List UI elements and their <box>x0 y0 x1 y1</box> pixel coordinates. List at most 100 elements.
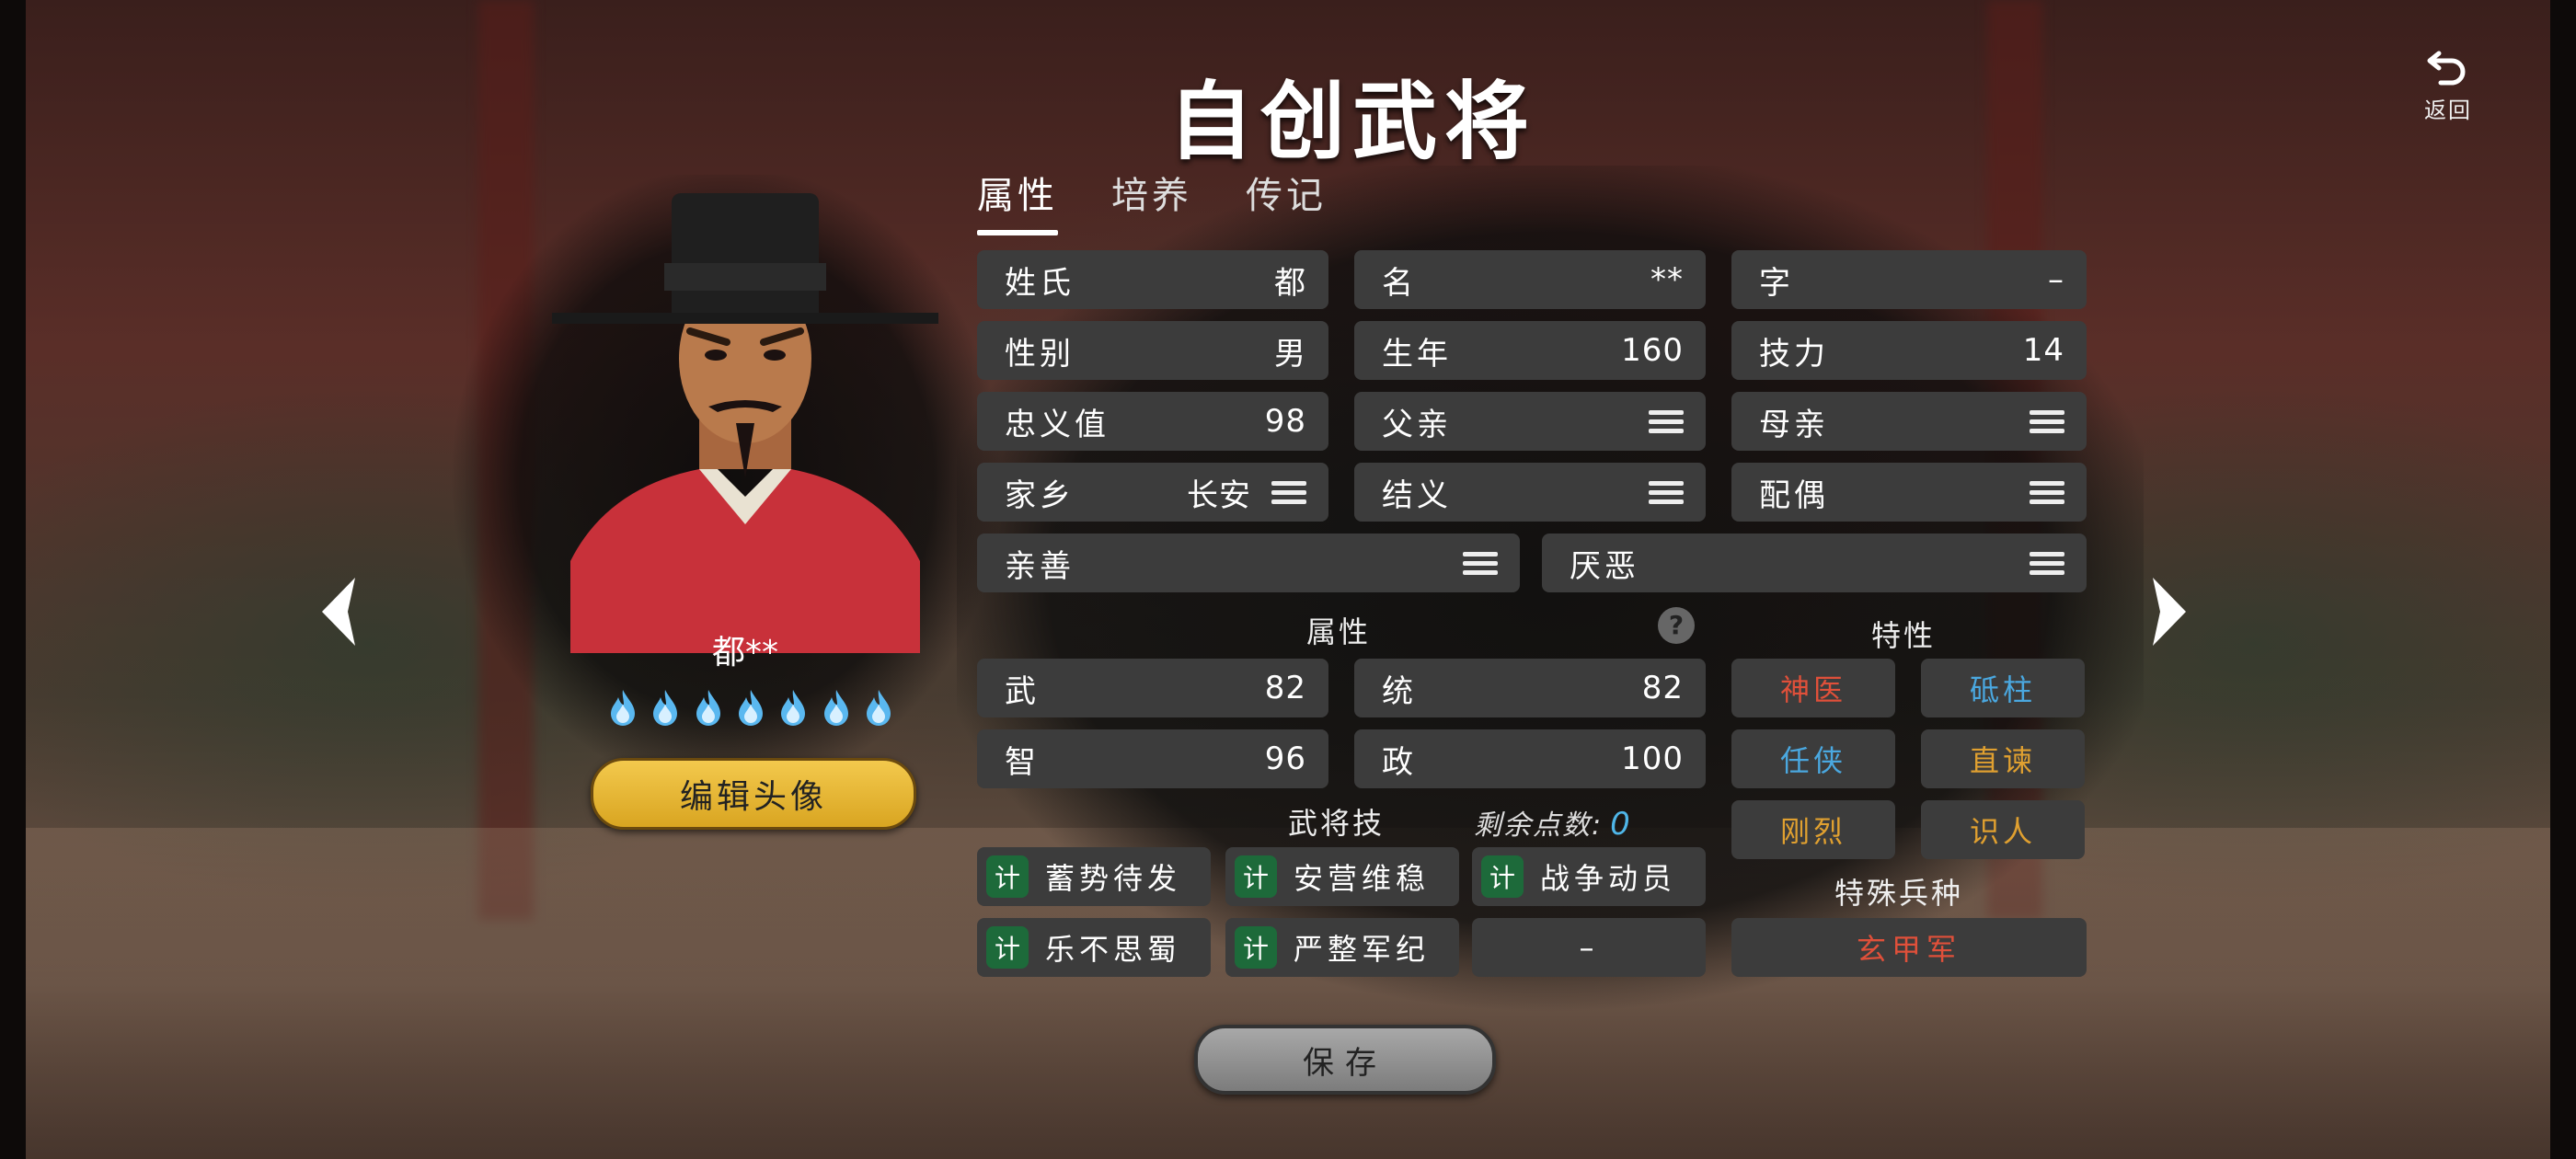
page-title: 自创武将 <box>1167 72 1536 171</box>
hero-portrait <box>552 193 938 653</box>
skill-slot[interactable]: 计 安营维稳 <box>1225 847 1459 906</box>
trait-chip[interactable]: 神医 <box>1731 659 1895 717</box>
trait-chip[interactable]: 识人 <box>1921 800 2085 859</box>
trait-chip[interactable]: 刚烈 <box>1731 800 1895 859</box>
special-troop-heading: 特殊兵种 <box>1834 876 1964 911</box>
strategy-badge: 计 <box>1481 855 1524 898</box>
trait-chip[interactable]: 砥柱 <box>1921 659 2085 717</box>
spouse-field[interactable]: 配偶 <box>1731 463 2087 522</box>
father-label: 父亲 <box>1382 406 1452 443</box>
remaining-points-value: 0 <box>1610 806 1632 843</box>
stat-label: 智 <box>1005 743 1040 781</box>
sworn-sibling-field[interactable]: 结义 <box>1354 463 1706 522</box>
loyalty-field[interactable]: 忠义值 98 <box>977 392 1328 451</box>
father-field[interactable]: 父亲 <box>1354 392 1706 451</box>
loyalty-label: 忠义值 <box>1005 406 1110 443</box>
given-name-field[interactable]: 名 ** <box>1354 250 1706 309</box>
tab-attributes[interactable]: 属性 <box>977 166 1058 235</box>
screen-edge-right <box>2550 0 2576 1159</box>
gender-field[interactable]: 性别 男 <box>977 321 1328 380</box>
flame-star-icon <box>696 690 720 726</box>
hometown-label: 家乡 <box>1005 476 1075 514</box>
given-name-value: ** <box>1650 261 1684 298</box>
skill-power-field[interactable]: 技力 14 <box>1731 321 2087 380</box>
birth-year-field[interactable]: 生年 160 <box>1354 321 1706 380</box>
politics-stat: 政 100 <box>1354 729 1706 788</box>
remaining-points-label: 剩余点数: <box>1474 809 1604 842</box>
previous-arrow-icon[interactable] <box>311 570 366 653</box>
skill-power-value: 14 <box>2022 332 2064 369</box>
command-stat: 统 82 <box>1354 659 1706 717</box>
like-field[interactable]: 亲善 <box>977 534 1520 592</box>
stat-label: 武 <box>1005 672 1040 710</box>
star-rating <box>607 688 894 729</box>
hometown-value: 长安 <box>1187 476 1251 514</box>
skill-name: 蓄势待发 <box>1045 861 1182 896</box>
stat-value: 100 <box>1621 740 1684 777</box>
menu-icon[interactable] <box>2030 478 2064 506</box>
save-button[interactable]: 保存 <box>1194 1025 1496 1095</box>
surname-value: 都 <box>1274 264 1306 302</box>
flame-star-icon <box>738 690 763 726</box>
next-arrow-icon[interactable] <box>2142 570 2197 653</box>
skill-name: 安营维稳 <box>1294 861 1431 896</box>
skill-slot[interactable]: 计 严整军纪 <box>1225 918 1459 977</box>
stat-label: 统 <box>1382 672 1417 710</box>
menu-icon[interactable] <box>2030 407 2064 435</box>
gender-label: 性别 <box>1005 335 1075 373</box>
dislike-field[interactable]: 厌恶 <box>1542 534 2087 592</box>
menu-icon[interactable] <box>2030 549 2064 577</box>
menu-icon[interactable] <box>1649 478 1684 506</box>
surname-field[interactable]: 姓氏 都 <box>977 250 1328 309</box>
flame-star-icon <box>866 690 891 726</box>
stat-value: 82 <box>1264 670 1306 706</box>
courtesy-name-label: 字 <box>1759 264 1794 302</box>
skill-slot[interactable]: 计 战争动员 <box>1472 847 1706 906</box>
screen-edge-left <box>0 0 26 1159</box>
birth-year-value: 160 <box>1621 332 1684 369</box>
help-icon[interactable]: ? <box>1658 607 1695 644</box>
courtesy-name-value: – <box>2048 261 2064 298</box>
trait-chip[interactable]: 任侠 <box>1731 729 1895 788</box>
strategy-badge: 计 <box>986 926 1029 969</box>
sworn-sibling-label: 结义 <box>1382 476 1452 514</box>
menu-icon[interactable] <box>1463 549 1498 577</box>
flame-star-icon <box>823 690 848 726</box>
mother-field[interactable]: 母亲 <box>1731 392 2087 451</box>
spouse-label: 配偶 <box>1759 476 1829 514</box>
skills-heading: 武将技 <box>1288 806 1386 841</box>
courtesy-name-field[interactable]: 字 – <box>1731 250 2087 309</box>
stat-value: 96 <box>1264 740 1306 777</box>
skill-name: 乐不思蜀 <box>1045 932 1182 967</box>
dislike-label: 厌恶 <box>1570 547 1639 585</box>
gender-value: 男 <box>1274 335 1306 373</box>
intelligence-stat: 智 96 <box>977 729 1328 788</box>
tab-biography[interactable]: 传记 <box>1246 166 1327 230</box>
flame-star-icon <box>781 690 806 726</box>
skill-slot[interactable]: 计 蓄势待发 <box>977 847 1211 906</box>
trait-chip[interactable]: 直谏 <box>1921 729 2085 788</box>
birth-year-label: 生年 <box>1382 335 1452 373</box>
skill-name: 战争动员 <box>1540 861 1677 896</box>
undo-arrow-icon <box>2427 51 2466 86</box>
menu-icon[interactable] <box>1649 407 1684 435</box>
menu-icon[interactable] <box>1271 478 1306 506</box>
stat-label: 政 <box>1382 743 1417 781</box>
skill-slot[interactable]: 计 乐不思蜀 <box>977 918 1211 977</box>
skill-name: 严整军纪 <box>1294 932 1431 967</box>
hometown-field[interactable]: 家乡 长安 <box>977 463 1328 522</box>
back-button[interactable]: 返回 <box>2410 44 2486 124</box>
edit-portrait-button[interactable]: 编辑头像 <box>591 758 916 830</box>
empty-skill-slot[interactable]: – <box>1472 918 1706 977</box>
back-label: 返回 <box>2424 98 2472 123</box>
strategy-badge: 计 <box>986 855 1029 898</box>
strategy-badge: 计 <box>1235 926 1277 969</box>
tab-training[interactable]: 培养 <box>1111 166 1192 230</box>
attributes-heading: 属性 <box>1306 614 1372 649</box>
special-troop-field[interactable]: 玄甲军 <box>1731 918 2087 977</box>
surname-label: 姓氏 <box>1005 264 1075 302</box>
hero-name: 都** <box>711 634 778 671</box>
given-name-label: 名 <box>1382 264 1417 302</box>
tab-bar: 属性 培养 传记 <box>977 166 1327 235</box>
flame-star-icon <box>611 690 635 726</box>
